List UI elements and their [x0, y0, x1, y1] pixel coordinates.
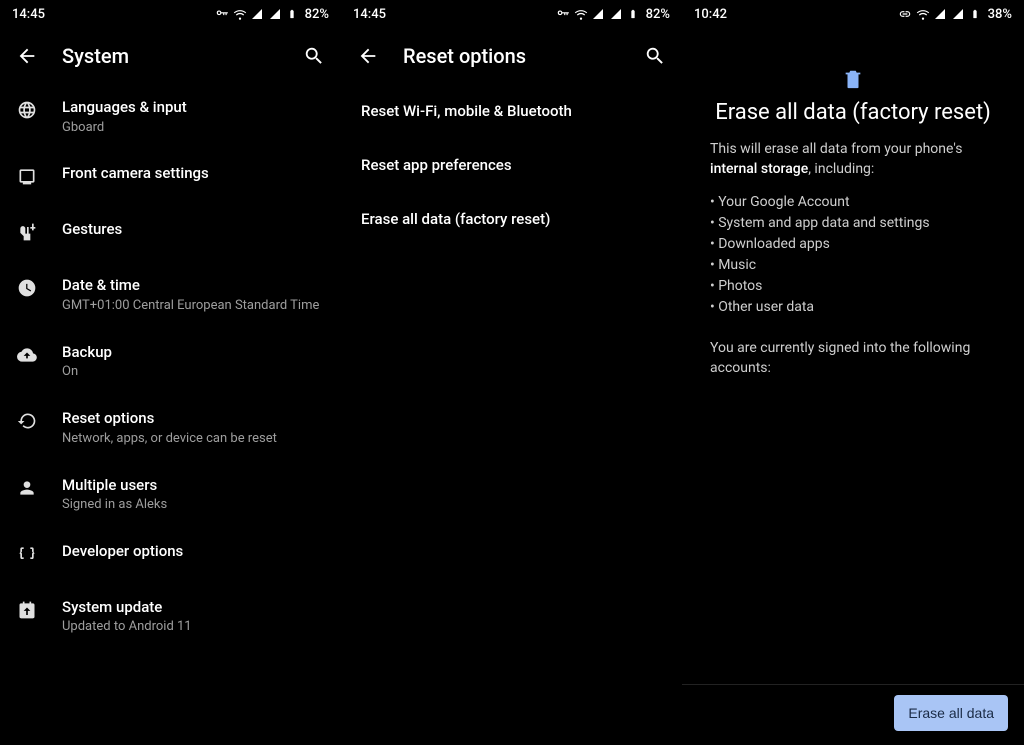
update-icon [16, 598, 38, 620]
bullet-item: • Other user data [710, 297, 996, 318]
status-bar: 14:45 82% [0, 0, 341, 28]
gesture-icon [16, 220, 38, 242]
wifi-icon [916, 7, 930, 21]
wifi-icon [233, 7, 247, 21]
app-bar: System [0, 28, 341, 84]
bullet-item: • Downloaded apps [710, 234, 996, 255]
erase-bullets: • Your Google Account• System and app da… [698, 192, 1008, 318]
status-time: 14:45 [353, 7, 386, 22]
status-right: 82% [215, 7, 329, 22]
reset-list: Reset Wi-Fi, mobile & BluetoothReset app… [341, 84, 682, 745]
list-item[interactable]: Developer options [0, 528, 341, 584]
list-item[interactable]: Gestures [0, 206, 341, 262]
back-button[interactable] [357, 45, 379, 67]
key-icon [556, 7, 570, 21]
search-button[interactable] [303, 45, 325, 67]
battery-pct: 82% [646, 7, 670, 22]
battery-pct: 38% [988, 7, 1012, 22]
list-item[interactable]: Date & time GMT+01:00 Central European St… [0, 262, 341, 328]
erase-all-data-button[interactable]: Erase all data [894, 695, 1008, 731]
screen-factory-reset: 10:42 38% Erase all data (factory reset)… [682, 0, 1024, 745]
status-bar: 14:45 82% [341, 0, 682, 28]
accounts-note: You are currently signed into the follow… [698, 338, 1008, 379]
footer-bar: Erase all data [682, 684, 1024, 745]
item-label: Front camera settings [62, 164, 325, 184]
list-item[interactable]: Reset Wi-Fi, mobile & Bluetooth [341, 84, 682, 138]
camera-icon [16, 164, 38, 186]
back-button[interactable] [16, 45, 38, 67]
cloud-icon [16, 343, 38, 365]
signal-icon [952, 7, 966, 21]
erase-heading: Erase all data (factory reset) [698, 100, 1008, 125]
screen-reset-options: 14:45 82% Reset options Reset Wi-Fi, mob… [341, 0, 682, 745]
list-item[interactable]: Reset options Network, apps, or device ca… [0, 395, 341, 461]
search-button[interactable] [644, 45, 666, 67]
status-bar: 10:42 38% [682, 0, 1024, 28]
item-label: Multiple users [62, 476, 325, 496]
item-sub: GMT+01:00 Central European Standard Time [62, 298, 325, 315]
battery-icon [970, 7, 984, 21]
erase-intro: This will erase all data from your phone… [698, 139, 1008, 180]
item-sub: Network, apps, or device can be reset [62, 431, 325, 448]
list-item[interactable]: Reset app preferences [341, 138, 682, 192]
person-icon [16, 476, 38, 498]
key-icon [215, 7, 229, 21]
bullet-item: • Music [710, 255, 996, 276]
page-title: Reset options [403, 44, 620, 68]
globe-icon [16, 98, 38, 120]
intro-bold: internal storage [710, 161, 808, 177]
trash-icon [698, 68, 1008, 90]
battery-icon [628, 7, 642, 21]
erase-body: Erase all data (factory reset) This will… [682, 28, 1024, 684]
intro-before: This will erase all data from your phone… [710, 141, 962, 157]
wifi-icon [574, 7, 588, 21]
list-item[interactable]: Erase all data (factory reset) [341, 192, 682, 246]
signal-icon [934, 7, 948, 21]
bullet-item: • Photos [710, 276, 996, 297]
item-label: Reset options [62, 409, 325, 429]
list-item[interactable]: Languages & input Gboard [0, 84, 341, 150]
clock-icon [16, 276, 38, 298]
intro-after: , including: [808, 161, 874, 177]
item-label: Date & time [62, 276, 325, 296]
status-right: 82% [556, 7, 670, 22]
screen-system: 14:45 82% System Languages & input Gboard… [0, 0, 341, 745]
item-sub: On [62, 364, 325, 381]
signal-icon [251, 7, 265, 21]
signal-icon [592, 7, 606, 21]
item-label: System update [62, 598, 325, 618]
app-bar: Reset options [341, 28, 682, 84]
item-label: Backup [62, 343, 325, 363]
item-label: Gestures [62, 220, 325, 240]
page-title: System [62, 44, 279, 68]
list-item[interactable]: BackupOn [0, 329, 341, 395]
list-item[interactable]: Multiple usersSigned in as Aleks [0, 462, 341, 528]
item-label: Languages & input [62, 98, 325, 118]
list-item[interactable]: Front camera settings [0, 150, 341, 206]
item-sub: Gboard [62, 120, 325, 137]
list-item[interactable]: System updateUpdated to Android 11 [0, 584, 341, 650]
settings-list: Languages & input Gboard Front camera sett… [0, 84, 341, 745]
link-icon [898, 7, 912, 21]
status-right: 38% [898, 7, 1012, 22]
signal-icon [610, 7, 624, 21]
battery-pct: 82% [305, 7, 329, 22]
bullet-item: • Your Google Account [710, 192, 996, 213]
item-sub: Updated to Android 11 [62, 619, 325, 636]
bullet-item: • System and app data and settings [710, 213, 996, 234]
status-time: 14:45 [12, 7, 45, 22]
braces-icon [16, 542, 38, 564]
status-time: 10:42 [694, 7, 727, 22]
item-sub: Signed in as Aleks [62, 497, 325, 514]
item-label: Developer options [62, 542, 325, 562]
reset-icon [16, 409, 38, 431]
battery-icon [287, 7, 301, 21]
signal-icon [269, 7, 283, 21]
